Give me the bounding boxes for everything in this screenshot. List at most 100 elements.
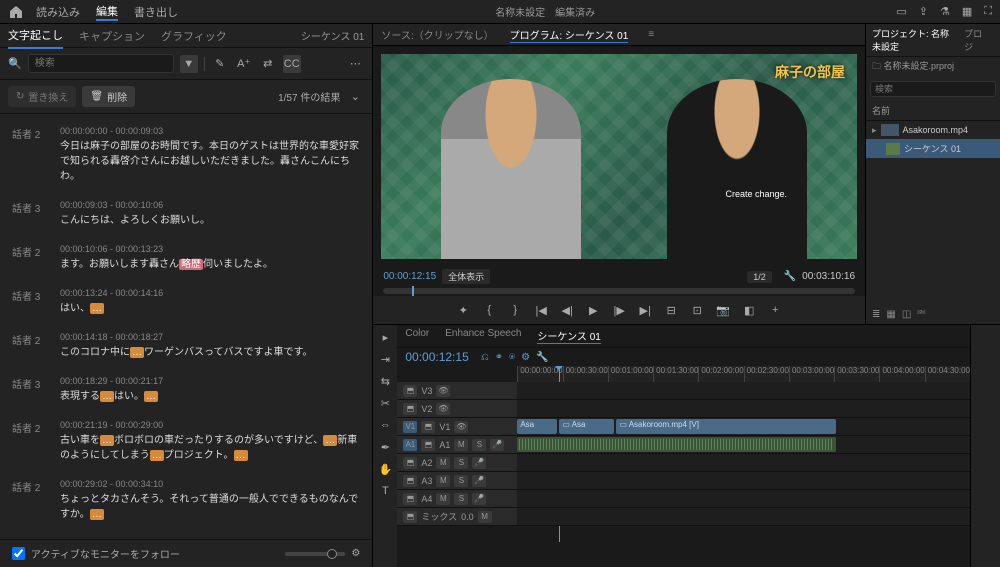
track-select-tool-icon[interactable]: ⇥ [377, 351, 393, 367]
zoom-slider[interactable] [285, 552, 345, 556]
segment-text[interactable]: このコロナ中に…ワーゲンバスってバスですよ車です。 [60, 345, 360, 360]
segment-text[interactable]: ちょっとタカさんそう。それって普通の一般人でできるものなんですか。… [60, 492, 360, 522]
clip-v1-c[interactable]: ▭ Asakoroom.mp4 [V] [616, 419, 836, 434]
current-timecode[interactable]: 00:00:12:15 [383, 271, 436, 282]
video-preview[interactable]: 麻子の部屋 Create change. [381, 54, 857, 259]
wrench-icon[interactable]: 🔧 [536, 352, 548, 363]
list-view-icon[interactable]: ≣ [872, 309, 880, 320]
replace-button[interactable]: ↻置き換え [8, 86, 76, 107]
menu-import[interactable]: 読み込み [36, 4, 80, 20]
type-tool-icon[interactable]: T [377, 483, 393, 499]
step-back-icon[interactable]: ◀| [559, 302, 575, 318]
flask-icon[interactable]: ⚗ [940, 5, 950, 18]
settings-icon[interactable]: ⚙ [521, 352, 530, 363]
razor-tool-icon[interactable]: ✂ [377, 395, 393, 411]
zoom-dropdown[interactable]: 1/2 [747, 271, 772, 283]
tab-graphic[interactable]: グラフィック [161, 24, 227, 48]
menu-export[interactable]: 書き出し [134, 4, 178, 20]
mark-in-icon[interactable]: { [481, 302, 497, 318]
ripple-tool-icon[interactable]: ⇆ [377, 373, 393, 389]
slip-tool-icon[interactable]: ⇔ [377, 417, 393, 433]
more-icon[interactable]: ⋯ [346, 55, 364, 73]
segment-text[interactable]: 古い車を…ボロボロの車だったりするのが多いですけど、…新車のようにしてしまう…プ… [60, 433, 360, 463]
transcript-item[interactable]: 話者 200:00:29:02 - 00:00:34:10ちょっとタカさんそう。… [0, 471, 372, 530]
marker-icon[interactable]: ⍟ [509, 352, 515, 363]
transcript-item[interactable]: 話者 300:00:18:29 - 00:00:21:17表現する…はい。… [0, 368, 372, 412]
snap-icon[interactable]: ⎌ [481, 352, 489, 363]
chevron-down-icon[interactable]: ⌄ [346, 88, 364, 106]
timeline-main: Color Enhance Speech シーケンス 01 00:00:12:1… [397, 325, 970, 567]
clip-a1[interactable] [517, 437, 836, 452]
step-fwd-icon[interactable]: |▶ [611, 302, 627, 318]
project-item-sequence[interactable]: シーケンス 01 [866, 139, 1000, 158]
close-tab-icon[interactable]: ≡ [648, 29, 654, 40]
wrench-icon[interactable]: 🔧 [784, 271, 796, 282]
selection-tool-icon[interactable]: ▸ [377, 329, 393, 345]
segment-text[interactable]: はい、… [60, 301, 360, 316]
timeline-timecode[interactable]: 00:00:12:15 [405, 350, 468, 364]
search-input[interactable] [28, 54, 174, 73]
shirt-text: Create change. [725, 189, 787, 199]
segment-text[interactable]: ます。お願いします轟さん略歴伺いましたよ。 [60, 257, 360, 272]
transcript-item[interactable]: 話者 200:00:21:19 - 00:00:29:00古い車を…ボロボロの車… [0, 412, 372, 471]
menu-edit[interactable]: 編集 [96, 3, 118, 21]
cc-icon[interactable]: CC [283, 55, 301, 73]
link-icon[interactable]: ⚭ [495, 352, 503, 363]
home-icon[interactable] [8, 4, 24, 20]
clip-v1-a[interactable]: Asa [517, 419, 557, 434]
tl-tab-color[interactable]: Color [405, 328, 429, 344]
transcript-item[interactable]: 話者 300:00:34:12 - 00:00:36:24日本はあんまりなキャラ… [0, 530, 372, 539]
export-frame-icon[interactable]: 📷 [715, 302, 731, 318]
fit-dropdown[interactable]: 全体表示 [442, 269, 490, 284]
tab-transcript[interactable]: 文字起こし [8, 23, 63, 49]
transcript-item[interactable]: 話者 200:00:14:18 - 00:00:18:27このコロナ中に…ワーゲ… [0, 324, 372, 368]
play-icon[interactable]: ▶ [585, 302, 601, 318]
extract-icon[interactable]: ⊡ [689, 302, 705, 318]
tab-caption[interactable]: キャプション [79, 24, 145, 48]
go-out-icon[interactable]: ▶| [637, 302, 653, 318]
tab-source[interactable]: ソース:（クリップなし） [381, 27, 493, 42]
project-search-input[interactable] [870, 81, 996, 97]
clip-v1-b[interactable]: ▭ Asa [559, 419, 614, 434]
sort-icon[interactable]: ⎃ [917, 309, 925, 320]
delete-button[interactable]: 🗑削除 [82, 86, 135, 107]
scrub-bar[interactable] [383, 288, 855, 294]
settings-icon[interactable]: ⚙ [351, 548, 360, 559]
comparison-icon[interactable]: ◧ [741, 302, 757, 318]
icon-view-icon[interactable]: ▦ [886, 309, 895, 320]
follow-monitor-checkbox[interactable] [12, 547, 25, 560]
timeline-ruler[interactable]: 00:00:00:0000:00:30:0000:01:00:0000:01:3… [517, 366, 970, 382]
tl-tab-sequence[interactable]: シーケンス 01 [537, 328, 600, 344]
fullscreen-icon[interactable]: ⛶ [984, 5, 992, 18]
pen-tool-icon[interactable]: ✒ [377, 439, 393, 455]
mark-out-icon[interactable]: } [507, 302, 523, 318]
share-icon[interactable]: ⇪ [919, 5, 928, 18]
tab-program[interactable]: プログラム: シーケンス 01 [510, 27, 629, 43]
follow-monitor-label: アクティブなモニターをフォロー [31, 546, 180, 561]
workspace-icon[interactable]: ▭ [896, 5, 906, 18]
transcript-item[interactable]: 話者 200:00:10:06 - 00:00:13:23ます。お願いします轟さ… [0, 236, 372, 280]
project-item-video[interactable]: ▸ Asakoroom.mp4 [866, 121, 1000, 139]
segment-text[interactable]: こんにちは、よろしくお願いし。 [60, 213, 360, 228]
filter-icon[interactable]: ▼ [180, 55, 198, 73]
segment-text[interactable]: 今日は麻子の部屋のお時間です。本日のゲストは世界的な車愛好家で知られる轟啓介さん… [60, 139, 360, 184]
segment-text[interactable]: 表現する…はい。… [60, 389, 360, 404]
hand-tool-icon[interactable]: ✋ [377, 461, 393, 477]
project-column-header[interactable]: 名前 [866, 101, 1000, 121]
lift-icon[interactable]: ⊟ [663, 302, 679, 318]
merge-icon[interactable]: ⇄ [259, 55, 277, 73]
tab-project-overflow[interactable]: プロジ [964, 27, 986, 53]
transcript-item[interactable]: 話者 300:00:13:24 - 00:00:14:16はい、… [0, 280, 372, 324]
tl-tab-enhance[interactable]: Enhance Speech [445, 328, 521, 344]
grid-icon[interactable]: ▦ [962, 5, 972, 18]
go-in-icon[interactable]: |◀ [533, 302, 549, 318]
create-caption-icon[interactable]: ✎ [211, 55, 229, 73]
add-marker-icon[interactable]: ✦ [455, 302, 471, 318]
transcript-item[interactable]: 話者 300:00:09:03 - 00:00:10:06こんにちは、よろしくお… [0, 192, 372, 236]
freeform-icon[interactable]: ◫ [902, 309, 911, 320]
transcript-item[interactable]: 話者 200:00:00:00 - 00:00:09:03今日は麻子の部屋のお時… [0, 118, 372, 192]
transport-more-icon[interactable]: + [767, 302, 783, 318]
expand-icon[interactable]: ▸ [872, 125, 877, 136]
speaker-icon[interactable]: A⁺ [235, 55, 253, 73]
tab-project[interactable]: プロジェクト: 名称未設定 [872, 27, 956, 53]
